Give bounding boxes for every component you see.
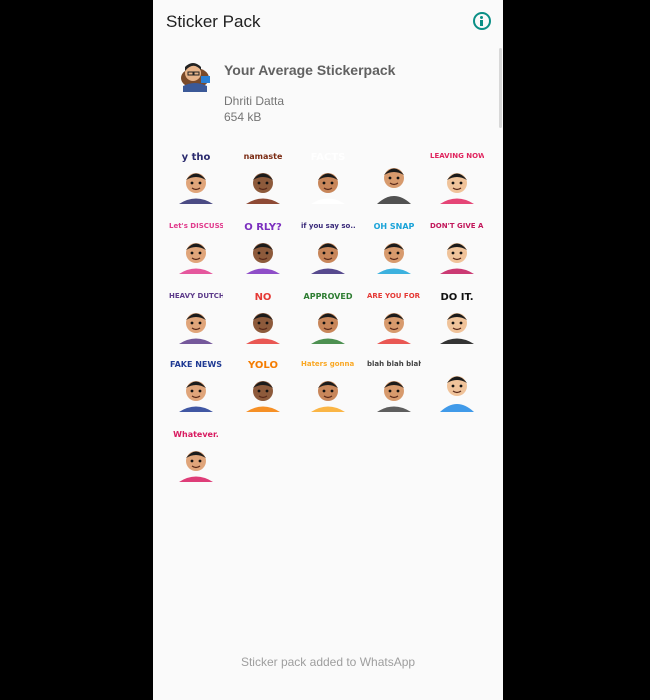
sticker-item[interactable]: if you say so...	[301, 220, 355, 274]
sticker-caption: O RLY?	[244, 222, 282, 233]
sticker-caption: ARE YOU FOR REAL?	[367, 292, 421, 300]
sticker-caption: FAKE NEWS	[170, 360, 222, 369]
sticker-caption: y tho	[181, 152, 211, 163]
sticker-item[interactable]: namaste	[236, 150, 290, 204]
sticker-item[interactable]: FAKE NEWS	[169, 358, 223, 412]
sticker-caption: Let's DISCUSS	[169, 222, 223, 230]
sticker-caption: namaste	[243, 152, 283, 161]
sticker-caption: NO	[254, 292, 272, 303]
sticker-avatar-icon	[440, 376, 474, 412]
info-icon-dot	[480, 16, 483, 19]
sticker-caption: LEAVING NOW	[430, 152, 484, 160]
app-bar: Sticker Pack	[153, 0, 503, 44]
tray-avatar-icon	[177, 58, 213, 94]
info-icon[interactable]	[473, 12, 491, 30]
sticker-caption: Haters gonna HATE	[301, 360, 355, 368]
status-message: Sticker pack added to WhatsApp	[240, 655, 416, 669]
sticker-item[interactable]: DO IT.	[430, 290, 484, 344]
sticker-avatar-icon	[377, 168, 411, 204]
sticker-item[interactable]: y tho	[169, 150, 223, 204]
sticker-item[interactable]: Haters gonna HATE	[301, 358, 355, 412]
sticker-item[interactable]	[367, 150, 421, 204]
sticker-item[interactable]: Let's DISCUSS	[169, 220, 223, 274]
sticker-caption: HEAVY DUTCH	[169, 292, 223, 300]
sticker-item[interactable]: ARE YOU FOR REAL?	[367, 290, 421, 344]
sticker-caption: DON'T GIVE A HECK	[430, 222, 484, 230]
sticker-item[interactable]: Whatever.	[169, 428, 223, 482]
pack-size: 654 kB	[224, 110, 262, 124]
sticker-item[interactable]: LEAVING NOW	[430, 150, 484, 204]
info-icon-bar	[480, 20, 483, 26]
sticker-item[interactable]: HEAVY DUTCH	[169, 290, 223, 344]
pack-header: Your Average Stickerpack Dhriti Datta 65…	[153, 50, 503, 130]
phone-screen: Sticker Pack Your Average Stickerpack Dh…	[153, 0, 503, 700]
sticker-item[interactable]: APPROVED	[301, 290, 355, 344]
sticker-item[interactable]: blah blah blah	[367, 358, 421, 412]
sticker-caption: YOLO	[248, 360, 278, 371]
sticker-caption: blah blah blah	[367, 360, 421, 368]
sticker-caption: DO IT.	[440, 292, 474, 303]
pack-name: Your Average Stickerpack	[224, 62, 396, 78]
sticker-item[interactable]	[430, 358, 484, 412]
sticker-item[interactable]: OH SNAP	[367, 220, 421, 274]
scrollbar[interactable]	[499, 48, 502, 128]
sticker-caption: if you say so...	[301, 222, 355, 230]
sticker-item[interactable]: DON'T GIVE A HECK	[430, 220, 484, 274]
sticker-caption: APPROVED	[303, 292, 353, 301]
sticker-caption: FACTS	[310, 152, 346, 163]
sticker-caption: OH SNAP	[373, 222, 415, 231]
pack-author: Dhriti Datta	[224, 94, 285, 108]
page-title: Sticker Pack	[166, 12, 261, 31]
sticker-caption: Whatever.	[173, 430, 219, 439]
sticker-item[interactable]: NO	[236, 290, 290, 344]
sticker-item[interactable]: O RLY?	[236, 220, 290, 274]
sticker-item[interactable]: YOLO	[236, 358, 290, 412]
sticker-item[interactable]: FACTS	[301, 150, 355, 204]
